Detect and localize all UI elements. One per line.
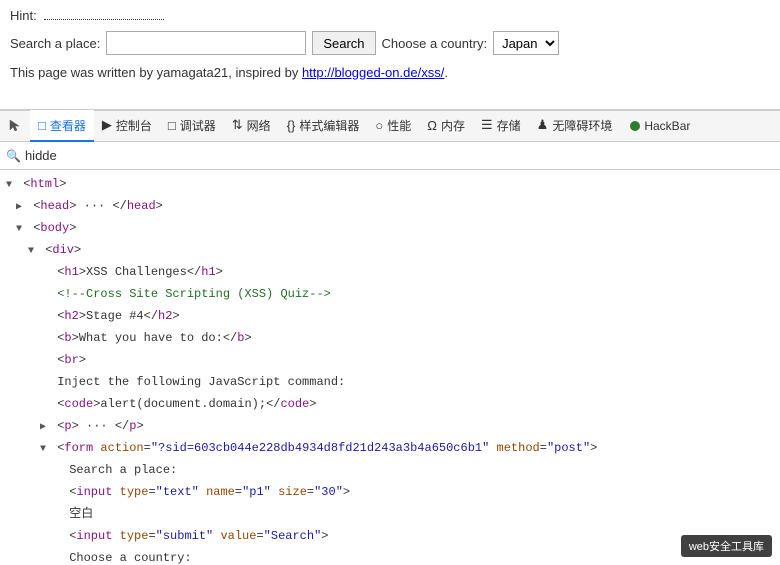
tab-network-label: 网络 — [247, 117, 271, 134]
hint-label: Hint: — [10, 8, 37, 23]
no-expand-b — [40, 331, 50, 349]
watermark: web安全工具库 — [681, 535, 772, 557]
dom-line-input-text[interactable]: <input type="text" name="p1" size="30"> — [0, 482, 780, 504]
expand-head[interactable] — [16, 199, 26, 217]
no-expand-country — [52, 551, 62, 565]
watermark-text: web安全工具库 — [689, 541, 764, 553]
search-place-input[interactable] — [106, 31, 306, 55]
dom-line-p[interactable]: <p> ··· </p> — [0, 416, 780, 438]
dom-search-input[interactable] — [25, 148, 175, 163]
country-label: Choose a country: — [382, 36, 488, 51]
search-place-label: Search a place: — [10, 36, 100, 51]
expand-html[interactable] — [6, 177, 16, 195]
page-area: Hint: Search a place: Search Choose a co… — [0, 0, 780, 110]
tab-memory[interactable]: Ω 内存 — [419, 110, 473, 142]
tab-network[interactable]: ⇅ 网络 — [224, 110, 279, 142]
console-icon: ▶ — [102, 117, 112, 133]
dom-line-code[interactable]: <code>alert(document.domain);</code> — [0, 394, 780, 416]
tab-hackbar-label: HackBar — [644, 119, 690, 133]
tab-accessibility-label: 无障碍环境 — [552, 117, 612, 134]
dom-tree: <html> <head> ··· </head> <body> <div> <… — [0, 170, 780, 565]
dom-line-h2[interactable]: <h2>Stage #4</h2> — [0, 306, 780, 328]
dom-line-div[interactable]: <div> — [0, 240, 780, 262]
dom-line-br[interactable]: <br> — [0, 350, 780, 372]
storage-icon: ☰ — [481, 117, 493, 133]
dom-line-comment[interactable]: <!--Cross Site Scripting (XSS) Quiz--> — [0, 284, 780, 306]
hint-row: Hint: — [10, 8, 770, 23]
dom-line-b[interactable]: <b>What you have to do:</b> — [0, 328, 780, 350]
tab-inspector[interactable]: □ 查看器 — [30, 110, 94, 142]
search-row: Search a place: Search Choose a country:… — [10, 31, 770, 55]
no-expand-submit — [52, 529, 62, 547]
debugger-icon: □ — [168, 118, 176, 133]
dom-line-inject-text[interactable]: Inject the following JavaScript command: — [0, 372, 780, 394]
tab-storage-label: 存储 — [497, 117, 521, 134]
performance-icon: ○ — [375, 118, 383, 133]
tab-console[interactable]: ▶ 控制台 — [94, 110, 160, 142]
expand-form[interactable] — [40, 441, 50, 459]
search-small-icon: 🔍 — [6, 149, 21, 163]
accessibility-icon: ♟ — [537, 117, 549, 133]
dom-line-html[interactable]: <html> — [0, 174, 780, 196]
written-by-link[interactable]: http://blogged-on.de/xss/ — [302, 65, 444, 80]
tab-console-label: 控制台 — [116, 117, 152, 134]
hint-dots — [44, 19, 164, 20]
tab-inspector-label: 查看器 — [50, 117, 86, 134]
search-button[interactable]: Search — [312, 31, 375, 55]
tab-storage[interactable]: ☰ 存储 — [473, 110, 529, 142]
no-expand-input-text — [52, 485, 62, 503]
tab-style-editor-label: 样式编辑器 — [299, 117, 359, 134]
devtools-cursor-icon[interactable] — [4, 114, 28, 138]
tab-debugger-label: 调试器 — [180, 117, 216, 134]
no-expand-search-text — [52, 463, 62, 481]
hackbar-dot-icon — [630, 121, 640, 131]
tab-hackbar[interactable]: HackBar — [622, 115, 698, 137]
network-icon: ⇅ — [232, 117, 243, 133]
written-by: This page was written by yamagata21, ins… — [10, 65, 770, 80]
no-expand-code — [40, 397, 50, 415]
country-select[interactable]: Japan USA China Korea — [493, 31, 559, 55]
dom-line-search-text[interactable]: Search a place: — [0, 460, 780, 482]
tab-memory-label: 内存 — [441, 117, 465, 134]
dom-line-body[interactable]: <body> — [0, 218, 780, 240]
written-by-text: This page was written by yamagata21, ins… — [10, 65, 302, 80]
expand-div[interactable] — [28, 243, 38, 261]
expand-body[interactable] — [16, 221, 26, 239]
inspector-icon: □ — [38, 118, 46, 133]
dom-line-h1[interactable]: <h1>XSS Challenges</h1> — [0, 262, 780, 284]
tab-style-editor[interactable]: {} 样式编辑器 — [279, 110, 368, 142]
no-expand-text — [40, 375, 50, 393]
dom-line-input-submit[interactable]: <input type="submit" value="Search"> — [0, 526, 780, 548]
no-expand-br — [40, 353, 50, 371]
expand-p[interactable] — [40, 419, 50, 437]
memory-icon: Ω — [427, 118, 437, 133]
dom-line-form[interactable]: <form action="?sid=603cb044e228db4934d8f… — [0, 438, 780, 460]
written-by-end: . — [444, 65, 448, 80]
no-expand-comment — [40, 287, 50, 305]
tab-performance-label: 性能 — [387, 117, 411, 134]
tab-performance[interactable]: ○ 性能 — [367, 110, 419, 142]
no-expand-h1 — [40, 265, 50, 283]
no-expand-h2 — [40, 309, 50, 327]
dom-search-bar: 🔍 — [0, 142, 780, 170]
no-expand-empty — [52, 507, 62, 525]
tab-debugger[interactable]: □ 调试器 — [160, 110, 224, 142]
devtools-toolbar: □ 查看器 ▶ 控制台 □ 调试器 ⇅ 网络 {} 样式编辑器 ○ 性能 Ω 内… — [0, 110, 780, 142]
style-icon: {} — [287, 118, 296, 133]
dom-line-empty-text[interactable]: 空白 — [0, 504, 780, 526]
dom-line-country-text[interactable]: Choose a country: — [0, 548, 780, 565]
tab-accessibility[interactable]: ♟ 无障碍环境 — [529, 110, 621, 142]
dom-line-head[interactable]: <head> ··· </head> — [0, 196, 780, 218]
